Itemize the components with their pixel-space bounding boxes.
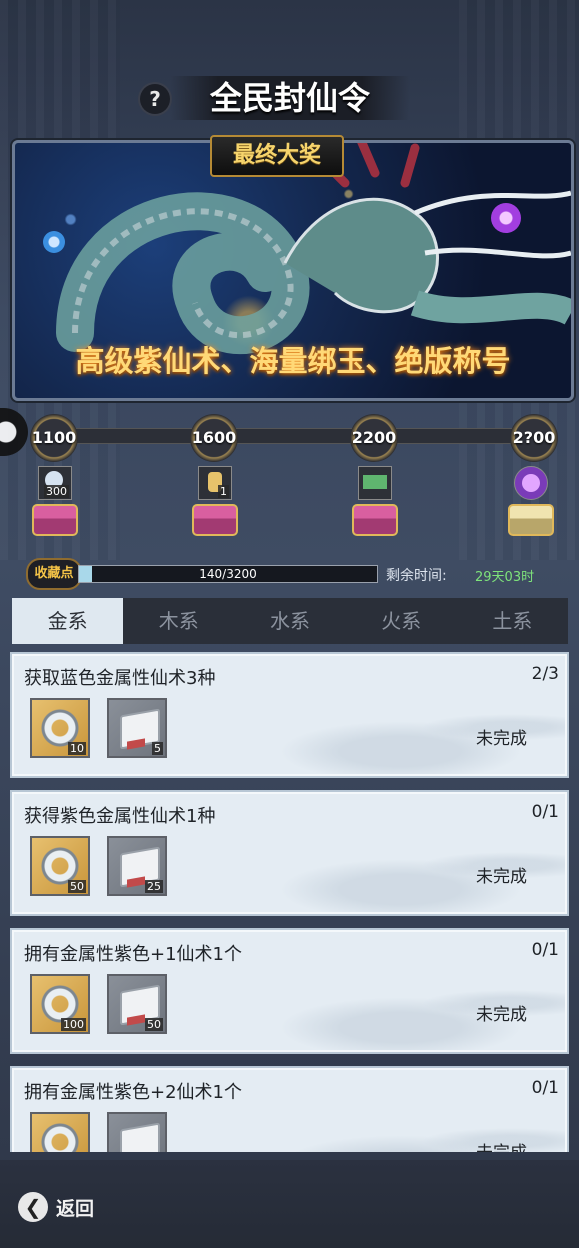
milestone-item-3[interactable] bbox=[358, 466, 392, 500]
item-qty: 300 bbox=[44, 485, 69, 498]
chest-icon[interactable] bbox=[192, 504, 238, 536]
task-title: 获取蓝色金属性仙术3种 bbox=[24, 668, 216, 689]
tab-earth[interactable]: 土系 bbox=[457, 598, 568, 644]
reward-qty: 25 bbox=[145, 880, 163, 893]
reward-ring-item[interactable]: 50 bbox=[30, 836, 90, 896]
milestone-points-1100: 1100 bbox=[30, 414, 78, 462]
purple-orb-icon bbox=[522, 474, 540, 492]
task-status: 未完成 bbox=[476, 1138, 527, 1152]
task-title: 拥有金属性紫色+1仙术1个 bbox=[24, 944, 242, 965]
help-button[interactable]: ? bbox=[140, 84, 170, 114]
gold-chest-icon[interactable] bbox=[508, 504, 554, 536]
back-arrow-icon: ❮ bbox=[18, 1192, 48, 1222]
task-status: 未完成 bbox=[476, 1005, 527, 1025]
reward-scroll-item[interactable]: 25 bbox=[107, 836, 167, 896]
milestone-points-1600: 1600 bbox=[190, 414, 238, 462]
tab-wood[interactable]: 木系 bbox=[123, 598, 234, 644]
task-progress: 0/1 bbox=[531, 1078, 559, 1098]
final-prize-banner: 高级紫仙术、海量绑玉、绝版称号 bbox=[12, 140, 574, 401]
task-row: 获取蓝色金属性仙术3种 2/3 10 5 未完成 bbox=[10, 652, 569, 778]
milestone-item-4[interactable] bbox=[514, 466, 548, 500]
scroll-ribbon bbox=[127, 876, 145, 888]
reward-qty: 5 bbox=[152, 742, 163, 755]
task-progress: 0/1 bbox=[531, 802, 559, 822]
back-label: 返回 bbox=[56, 1198, 95, 1220]
yinyang-blue-icon bbox=[43, 231, 65, 253]
element-tabs: 金系 木系 水系 火系 土系 bbox=[12, 598, 568, 644]
task-list[interactable]: 获取蓝色金属性仙术3种 2/3 10 5 未完成 获得紫色金属性仙术1种 0/1… bbox=[10, 652, 569, 1152]
tab-water[interactable]: 水系 bbox=[234, 598, 345, 644]
task-title: 获得紫色金属性仙术1种 bbox=[24, 806, 216, 827]
back-button[interactable]: ❮ 返回 bbox=[18, 1190, 108, 1226]
milestone-item-1[interactable]: 300 bbox=[38, 466, 72, 500]
milestone-item-2[interactable]: 1 bbox=[198, 466, 232, 500]
task-row: 拥有金属性紫色+2仙术1个 0/1 200 100 未完成 bbox=[10, 1066, 569, 1152]
jade-icon bbox=[363, 475, 387, 489]
milestone-points-final: 2?00 bbox=[510, 414, 558, 462]
scroll-icon bbox=[120, 1122, 160, 1152]
task-status: 未完成 bbox=[476, 867, 527, 887]
time-remaining-label: 剩余时间: bbox=[386, 568, 447, 584]
collection-points-badge: 收藏点 bbox=[26, 558, 82, 590]
task-progress: 2/3 bbox=[531, 664, 559, 684]
chest-icon[interactable] bbox=[32, 504, 78, 536]
collection-progress-bar: 140/3200 bbox=[78, 565, 378, 583]
reward-qty: 10 bbox=[68, 742, 86, 755]
milestone-points-2200: 2200 bbox=[350, 414, 398, 462]
task-progress: 0/1 bbox=[531, 940, 559, 960]
reward-qty: 100 bbox=[61, 1018, 86, 1031]
reward-scroll-item[interactable]: 100 bbox=[107, 1112, 167, 1152]
final-prize-rewards: 高级紫仙术、海量绑玉、绝版称号 bbox=[75, 344, 511, 378]
scroll-ribbon bbox=[127, 1014, 145, 1026]
reward-ring-item[interactable]: 10 bbox=[30, 698, 90, 758]
item-qty: 1 bbox=[218, 485, 229, 498]
yinyang-purple-icon bbox=[491, 203, 521, 233]
reward-ring-item[interactable]: 100 bbox=[30, 974, 90, 1034]
chest-icon[interactable] bbox=[352, 504, 398, 536]
tab-fire[interactable]: 火系 bbox=[346, 598, 457, 644]
reward-qty: 50 bbox=[68, 880, 86, 893]
jade-ring-icon bbox=[41, 1123, 79, 1152]
scroll-ribbon bbox=[127, 738, 145, 750]
collection-progress-text: 140/3200 bbox=[199, 567, 257, 581]
milestone-track bbox=[60, 428, 540, 444]
final-prize-label: 最终大奖 bbox=[210, 135, 344, 177]
time-remaining-value: 29天03时 bbox=[475, 570, 535, 585]
task-title: 拥有金属性紫色+2仙术1个 bbox=[24, 1082, 242, 1103]
reward-qty: 50 bbox=[145, 1018, 163, 1031]
reward-ring-item[interactable]: 200 bbox=[30, 1112, 90, 1152]
page-title: 全民封仙令 bbox=[170, 76, 410, 120]
tab-metal[interactable]: 金系 bbox=[12, 598, 124, 644]
task-row: 获得紫色金属性仙术1种 0/1 50 25 未完成 bbox=[10, 790, 569, 916]
reward-scroll-item[interactable]: 5 bbox=[107, 698, 167, 758]
reward-scroll-item[interactable]: 50 bbox=[107, 974, 167, 1034]
task-status: 未完成 bbox=[476, 729, 527, 749]
task-row: 拥有金属性紫色+1仙术1个 0/1 100 50 未完成 bbox=[10, 928, 569, 1054]
